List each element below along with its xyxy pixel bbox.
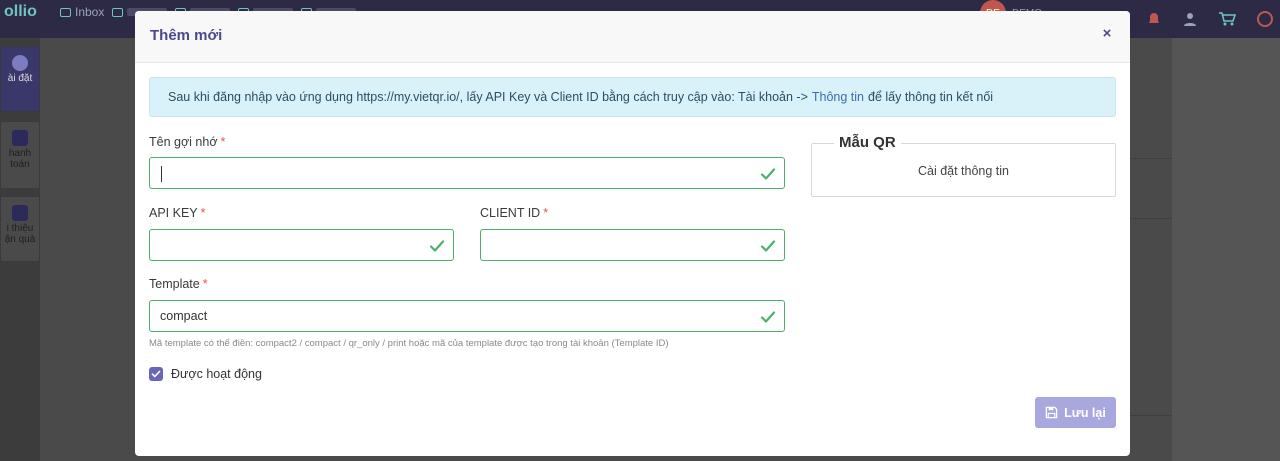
modal-title: Thêm mới: [150, 27, 223, 44]
info-link[interactable]: Thông tin: [812, 90, 864, 104]
refresh-icon[interactable]: [1256, 10, 1274, 28]
save-label: Lưu lại: [1064, 405, 1106, 420]
divider: [1130, 158, 1172, 159]
name-input[interactable]: [150, 158, 784, 188]
modal-header: Thêm mới ×: [135, 11, 1130, 63]
floppy-disk-icon: [1045, 406, 1058, 419]
top-right-actions: [1146, 0, 1280, 38]
check-icon: [760, 168, 776, 180]
client-id-label-text: CLIENT ID: [480, 206, 541, 220]
api-key-field[interactable]: [149, 229, 454, 261]
name-label-text: Tên gợi nhớ: [149, 135, 218, 149]
active-toggle[interactable]: Được hoạt động: [149, 367, 262, 381]
qr-template-box: Mẫu QR Cài đặt thông tin: [811, 134, 1116, 197]
active-checkbox-label: Được hoạt động: [171, 367, 262, 381]
sidebar-item-label: i thiệu ận quà: [4, 223, 36, 245]
bell-icon[interactable]: [1146, 11, 1162, 27]
sidebar-item-label: hanh toán: [8, 148, 32, 170]
divider: [1130, 415, 1172, 416]
template-label: Template *: [149, 277, 208, 291]
info-alert: Sau khi đăng nhập vào ứng dụng https://m…: [149, 77, 1116, 117]
name-label: Tên gợi nhớ *: [149, 135, 225, 149]
alert-text: Sau khi đăng nhập vào ứng dụng https://m…: [168, 90, 808, 104]
required-mark: *: [220, 135, 226, 149]
close-icon: ×: [1102, 25, 1112, 42]
template-hint: Mã template có thể điền: compact2 / comp…: [149, 338, 669, 349]
template-input[interactable]: [150, 301, 784, 331]
check-icon: [760, 240, 776, 252]
api-key-input[interactable]: [150, 230, 453, 260]
sidebar-item-label: ài đặt: [7, 73, 33, 84]
template-field[interactable]: [149, 300, 785, 332]
user-add-icon: [12, 205, 28, 221]
qr-placeholder-text: Cài đặt thông tin: [917, 164, 1010, 178]
app-logo: ollio: [4, 3, 37, 20]
client-id-input[interactable]: [481, 230, 784, 260]
gear-icon: [12, 55, 28, 71]
check-icon: [429, 240, 445, 252]
client-id-label: CLIENT ID *: [480, 206, 548, 220]
qr-legend: Mẫu QR: [834, 134, 901, 151]
close-button[interactable]: ×: [1098, 25, 1116, 43]
cart-icon[interactable]: [1218, 11, 1236, 27]
required-mark: *: [202, 277, 208, 291]
active-checkbox[interactable]: [149, 367, 163, 381]
card-icon: [12, 130, 28, 146]
alert-text-end: để lấy thông tin kết nối: [868, 90, 994, 104]
add-new-modal: Thêm mới × Sau khi đăng nhập vào ứng dụn…: [135, 11, 1130, 456]
name-field[interactable]: [149, 157, 785, 189]
check-icon: [760, 311, 776, 323]
required-mark: *: [543, 206, 549, 220]
divider: [1130, 218, 1172, 219]
template-label-text: Template: [149, 277, 200, 291]
api-key-label: API KEY *: [149, 206, 206, 220]
nav-icon: [112, 7, 124, 17]
api-key-label-text: API KEY: [149, 206, 198, 220]
sidebar-item-referral[interactable]: i thiệu ận quà: [0, 196, 40, 262]
sidebar-item-payment[interactable]: hanh toán: [0, 121, 40, 189]
save-button[interactable]: Lưu lại: [1035, 397, 1116, 428]
sidebar-item-settings[interactable]: ài đặt: [0, 46, 40, 112]
nav-item-label: Inbox: [75, 5, 105, 19]
nav-item-inbox[interactable]: Inbox: [60, 5, 104, 19]
inbox-icon: [60, 7, 71, 17]
client-id-field[interactable]: [480, 229, 785, 261]
checkmark-icon: [151, 370, 161, 378]
text-caret: [161, 166, 162, 182]
required-mark: *: [200, 206, 206, 220]
background-panel: [1172, 38, 1280, 461]
user-icon[interactable]: [1182, 11, 1198, 27]
